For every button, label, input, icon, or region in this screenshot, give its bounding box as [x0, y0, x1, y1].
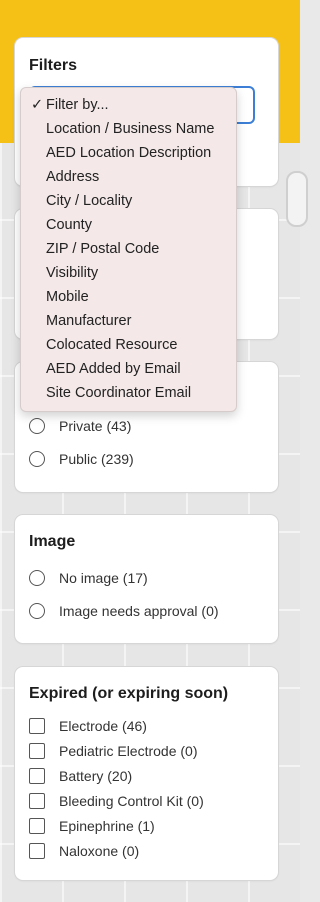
checkbox-icon[interactable] — [29, 768, 45, 784]
radio-circle-icon[interactable] — [29, 451, 45, 467]
checkbox-epinephrine[interactable]: Epinephrine (1) — [29, 818, 155, 834]
radio-circle-icon[interactable] — [29, 418, 45, 434]
checkbox-naloxone-label: Naloxone (0) — [59, 843, 140, 859]
checkbox-naloxone[interactable]: Naloxone (0) — [29, 843, 139, 859]
image-title: Image — [29, 533, 76, 550]
radio-private-label: Private (43) — [59, 418, 132, 434]
dropdown-item-location-business-name[interactable]: Location / Business Name — [46, 121, 214, 137]
dropdown-item-manufacturer[interactable]: Manufacturer — [46, 313, 131, 329]
checkbox-icon[interactable] — [29, 843, 45, 859]
expired-title: Expired (or expiring soon) — [29, 685, 229, 702]
checkbox-bleeding-control-kit-label: Bleeding Control Kit (0) — [59, 793, 204, 809]
checkbox-icon[interactable] — [29, 818, 45, 834]
expired-card: Expired (or expiring soon) Electrode (46… — [15, 667, 278, 880]
checkbox-battery[interactable]: Battery (20) — [29, 768, 132, 784]
checkbox-pediatric-electrode[interactable]: Pediatric Electrode (0) — [29, 743, 198, 759]
radio-public-label: Public (239) — [59, 451, 134, 467]
checkbox-electrode[interactable]: Electrode (46) — [29, 718, 147, 734]
radio-image-needs-approval-label: Image needs approval (0) — [59, 603, 219, 619]
checkbox-bleeding-control-kit[interactable]: Bleeding Control Kit (0) — [29, 793, 204, 809]
dropdown-item-visibility[interactable]: Visibility — [46, 265, 98, 281]
dropdown-item-city-locality[interactable]: City / Locality — [46, 193, 132, 209]
dropdown-item-address[interactable]: Address — [46, 169, 99, 185]
dropdown-item-zip-postal-code[interactable]: ZIP / Postal Code — [46, 241, 159, 257]
checkbox-icon[interactable] — [29, 743, 45, 759]
checkbox-epinephrine-label: Epinephrine (1) — [59, 818, 155, 834]
image-card: Image No image (17) Image needs approval… — [15, 515, 278, 643]
checkbox-pediatric-electrode-label: Pediatric Electrode (0) — [59, 743, 198, 759]
checkbox-icon[interactable] — [29, 718, 45, 734]
radio-no-image-label: No image (17) — [59, 570, 148, 586]
filter-by-dropdown[interactable]: ✓ Filter by... Location / Business Name A… — [20, 87, 237, 412]
filters-title: Filters — [29, 57, 78, 74]
radio-public[interactable]: Public (239) — [29, 451, 134, 467]
dropdown-item-aed-location-description[interactable]: AED Location Description — [46, 145, 211, 161]
dropdown-item-site-coordinator-email[interactable]: Site Coordinator Email — [46, 385, 191, 401]
checkbox-electrode-label: Electrode (46) — [59, 718, 147, 734]
radio-circle-icon[interactable] — [29, 603, 45, 619]
dropdown-item-aed-added-by-email[interactable]: AED Added by Email — [46, 361, 181, 377]
checkbox-battery-label: Battery (20) — [59, 768, 133, 784]
checkmark-icon: ✓ — [31, 97, 44, 113]
radio-circle-icon[interactable] — [29, 570, 45, 586]
dropdown-item-colocated-resource[interactable]: Colocated Resource — [46, 337, 177, 353]
radio-image-needs-approval[interactable]: Image needs approval (0) — [29, 603, 219, 619]
dropdown-item-filter-by[interactable]: ✓ Filter by... — [31, 97, 109, 113]
map-side-handle[interactable] — [286, 171, 308, 227]
dropdown-item-county[interactable]: County — [46, 217, 92, 233]
dropdown-item-mobile[interactable]: Mobile — [46, 289, 89, 305]
radio-no-image[interactable]: No image (17) — [29, 570, 148, 586]
dropdown-item-label: Filter by... — [46, 97, 109, 113]
radio-private[interactable]: Private (43) — [29, 418, 131, 434]
checkbox-icon[interactable] — [29, 793, 45, 809]
